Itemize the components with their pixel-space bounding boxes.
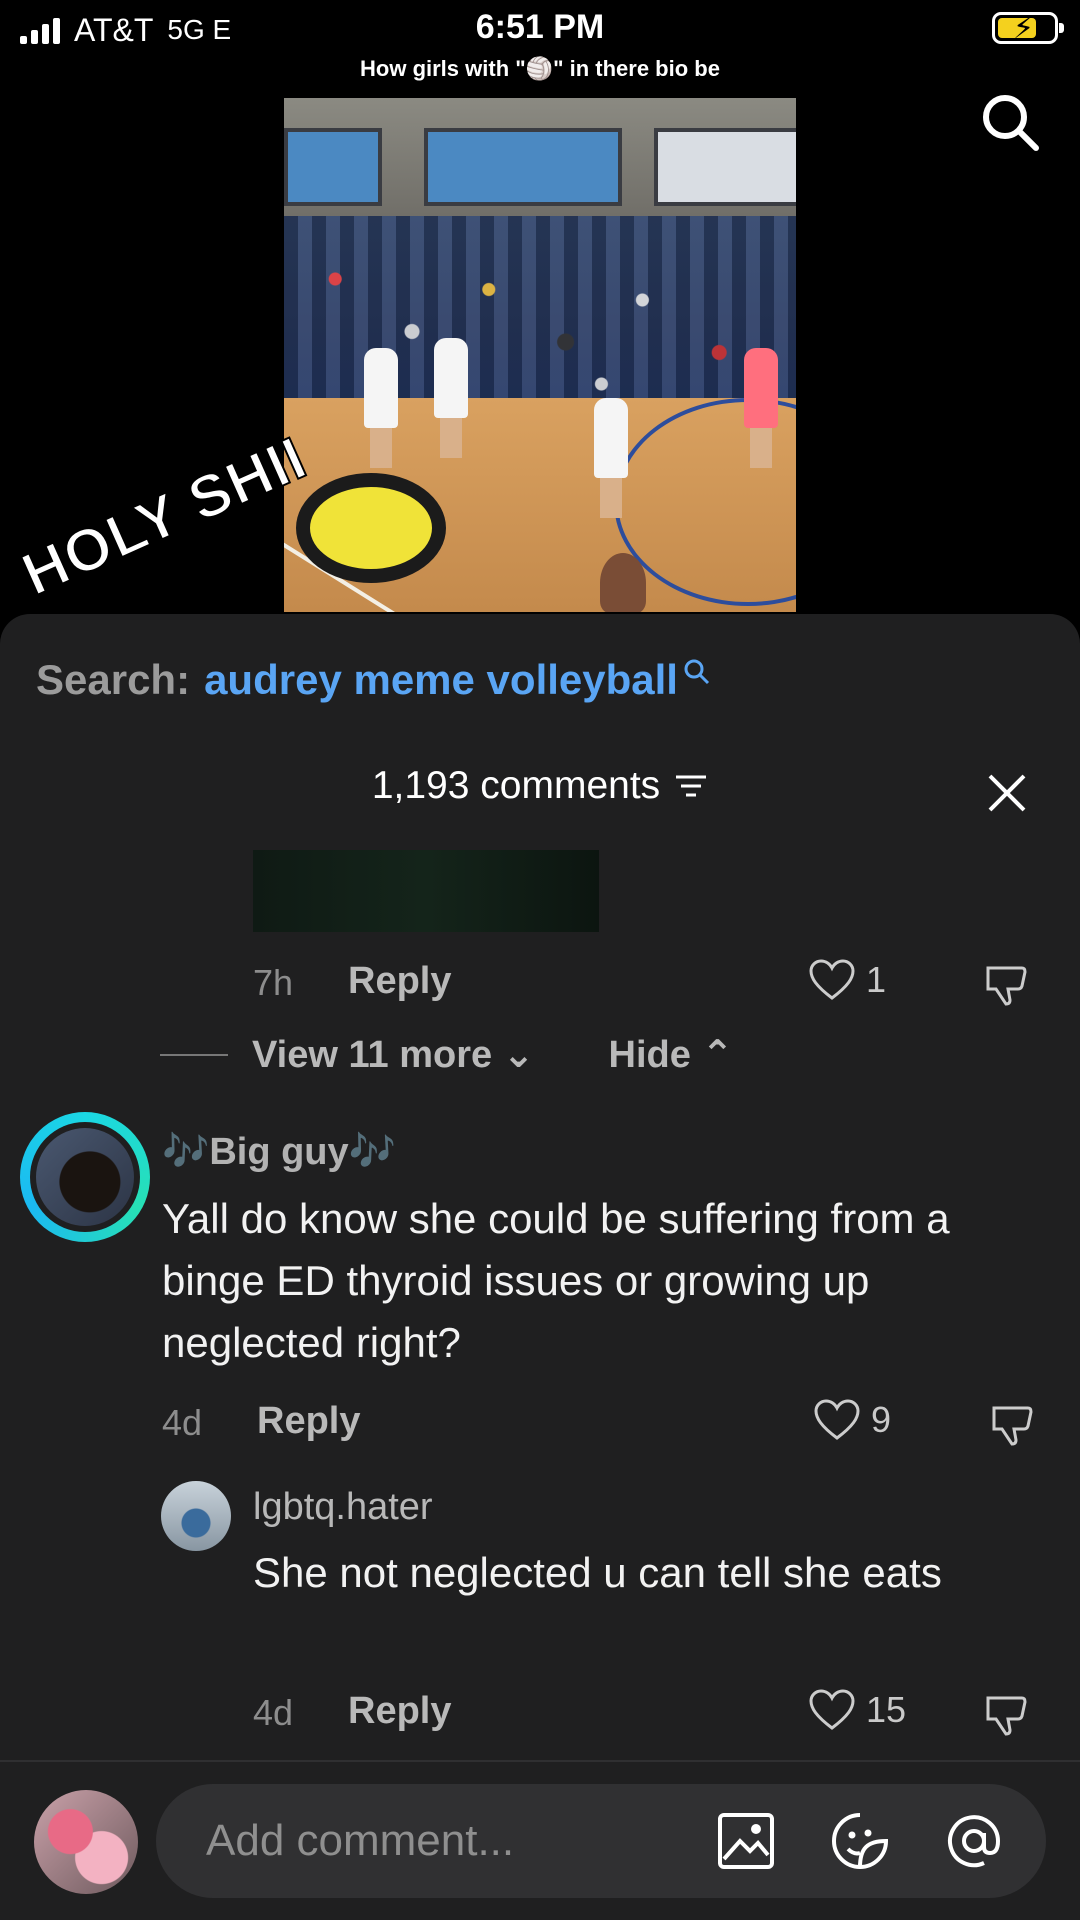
comment-image[interactable] — [253, 850, 599, 932]
search-icon[interactable] — [978, 90, 1042, 154]
my-avatar — [34, 1790, 138, 1894]
comment-placeholder[interactable]: Add comment... — [206, 1816, 514, 1866]
like-count: 9 — [871, 1399, 892, 1440]
dislike-icon[interactable] — [982, 962, 1028, 1008]
search-label: Search: — [36, 656, 191, 703]
image-icon[interactable] — [716, 1811, 776, 1871]
avatar[interactable] — [20, 1112, 150, 1242]
sort-icon[interactable] — [674, 772, 708, 800]
like-button[interactable]: 15 — [808, 1688, 906, 1732]
comment-text: She not neglected u can tell she eats — [253, 1549, 942, 1596]
comment-text: Yall do know she could be suffering from… — [162, 1195, 950, 1366]
dislike-icon[interactable] — [988, 1402, 1034, 1448]
reply-button[interactable]: Reply — [348, 1690, 451, 1733]
related-search[interactable]: Search: audrey meme volleyball — [36, 656, 712, 704]
thread-rule — [160, 1053, 228, 1056]
like-button[interactable]: 1 — [808, 958, 886, 1002]
reply-button[interactable]: Reply — [257, 1400, 360, 1443]
like-count: 1 — [866, 959, 887, 1000]
video-player[interactable] — [284, 98, 796, 612]
heart-icon — [809, 1689, 855, 1730]
comment-time: 4d — [253, 1692, 294, 1733]
video-overlay-text: HOLY SHII — [11, 423, 317, 609]
heart-icon — [809, 959, 855, 1000]
dislike-icon[interactable] — [982, 1692, 1028, 1738]
comment-time: 4d — [162, 1402, 203, 1443]
avatar[interactable] — [161, 1481, 231, 1551]
heart-icon — [814, 1399, 860, 1440]
emoji-icon[interactable] — [830, 1811, 890, 1871]
comment-author[interactable]: lgbtq.hater — [253, 1486, 433, 1529]
search-small-icon — [684, 659, 710, 685]
comment-author[interactable]: 🎶Big guy🎶 — [162, 1130, 396, 1174]
comments-header: 1,193 comments — [0, 764, 1080, 808]
divider — [0, 1760, 1080, 1762]
comment-time: 7h — [253, 962, 294, 1003]
clock: 6:51 PM — [475, 8, 605, 46]
close-icon[interactable] — [984, 770, 1030, 816]
video-caption: How girls with "🏐" in there bio be — [360, 56, 720, 81]
view-more-button[interactable]: View 11 more ⌄ — [252, 1032, 535, 1077]
mention-icon[interactable] — [944, 1811, 1004, 1871]
battery-icon: ⚡ — [992, 12, 1064, 45]
hide-button[interactable]: Hide ⌃ — [609, 1032, 734, 1077]
reply-button[interactable]: Reply — [348, 960, 451, 1003]
like-count: 15 — [866, 1689, 907, 1730]
search-query[interactable]: audrey meme volleyball — [204, 656, 678, 704]
comments-count: 1,193 comments — [371, 764, 661, 807]
like-button[interactable]: 9 — [813, 1398, 891, 1442]
thread-controls: View 11 more ⌄ Hide ⌃ — [160, 1032, 733, 1077]
